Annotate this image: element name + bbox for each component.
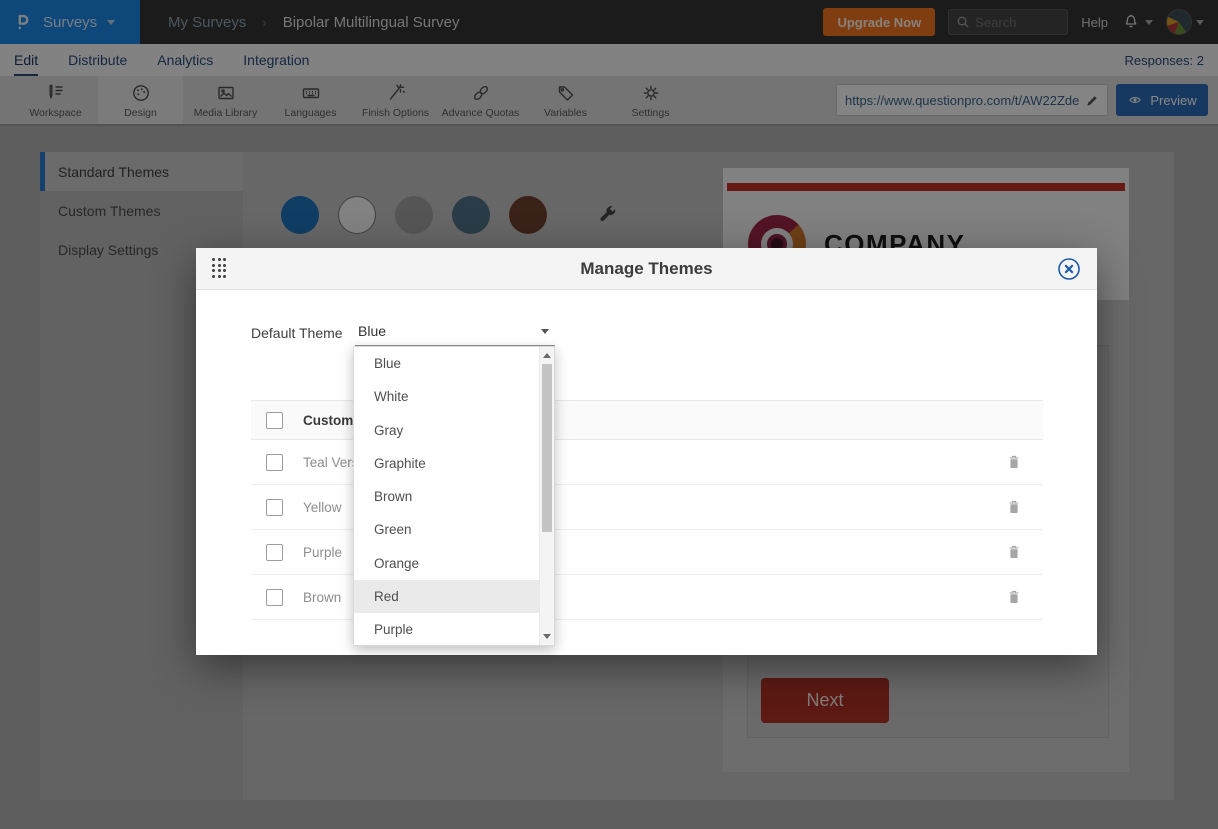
- questionpro-app: Surveys My Surveys › Bipolar Multilingua…: [0, 0, 1218, 829]
- scroll-up-icon[interactable]: [543, 353, 551, 358]
- option-orange[interactable]: Orange: [354, 547, 540, 580]
- trash-icon[interactable]: [1006, 498, 1022, 516]
- option-gray[interactable]: Gray: [354, 414, 540, 447]
- select-value: Blue: [358, 323, 386, 339]
- option-graphite[interactable]: Graphite: [354, 447, 540, 480]
- dropdown-scrollbar[interactable]: [539, 347, 554, 645]
- theme-dropdown-list: Blue White Gray Graphite Brown Green Ora…: [353, 346, 555, 646]
- row-checkbox[interactable]: [266, 544, 283, 561]
- theme-name: Brown: [303, 590, 341, 605]
- option-green[interactable]: Green: [354, 513, 540, 546]
- chevron-down-icon: [541, 329, 549, 334]
- modal-title: Manage Themes: [196, 248, 1097, 290]
- row-checkbox[interactable]: [266, 499, 283, 516]
- trash-icon[interactable]: [1006, 588, 1022, 606]
- option-purple[interactable]: Purple: [354, 613, 540, 646]
- option-blue[interactable]: Blue: [354, 347, 540, 380]
- option-red[interactable]: Red: [354, 580, 540, 613]
- trash-icon[interactable]: [1006, 543, 1022, 561]
- scrollbar-thumb[interactable]: [542, 364, 552, 532]
- select-all-checkbox[interactable]: [266, 412, 283, 429]
- row-checkbox[interactable]: [266, 454, 283, 471]
- option-brown[interactable]: Brown: [354, 480, 540, 513]
- modal-header: Manage Themes: [196, 248, 1097, 290]
- row-checkbox[interactable]: [266, 589, 283, 606]
- default-theme-label: Default Theme: [251, 325, 343, 341]
- theme-name: Yellow: [303, 500, 342, 515]
- scroll-down-icon[interactable]: [543, 634, 551, 639]
- close-icon[interactable]: [1057, 257, 1081, 281]
- manage-themes-modal: Manage Themes Default Theme Blue Blue Wh…: [196, 248, 1097, 655]
- trash-icon[interactable]: [1006, 453, 1022, 471]
- default-theme-select[interactable]: Blue: [355, 318, 555, 346]
- option-white[interactable]: White: [354, 380, 540, 413]
- theme-name: Purple: [303, 545, 342, 560]
